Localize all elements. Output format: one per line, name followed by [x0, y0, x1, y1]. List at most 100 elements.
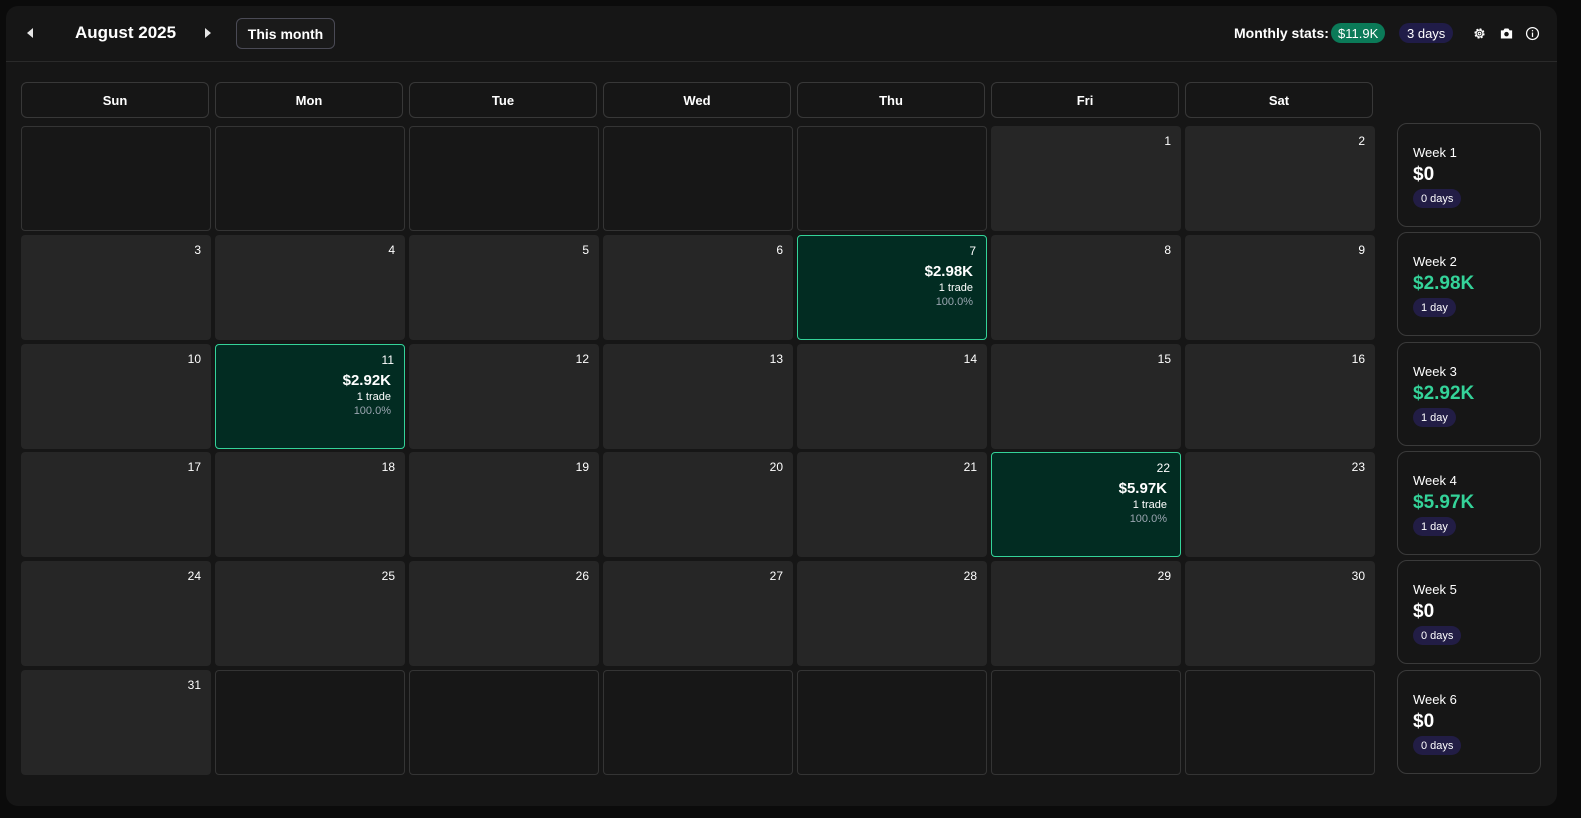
day-pnl: $2.92K [342, 372, 391, 389]
week-pnl: $0 [1413, 601, 1435, 622]
day-number: 27 [769, 569, 783, 583]
calendar-empty-cell [603, 670, 793, 775]
prev-month-button[interactable] [22, 25, 38, 41]
calendar-day-22[interactable]: 22 $5.97K 1 trade 100.0% [991, 452, 1181, 557]
day-number: 31 [187, 678, 201, 692]
week-days-badge: 1 day [1413, 517, 1456, 536]
calendar-day-28[interactable]: 28 [797, 561, 987, 666]
calendar-empty-cell [797, 126, 987, 231]
calendar-header: August 2025 This month Monthly stats: $1… [6, 6, 1557, 62]
this-month-button[interactable]: This month [236, 18, 335, 49]
day-number: 28 [963, 569, 977, 583]
calendar-day-30[interactable]: 30 [1185, 561, 1375, 666]
calendar-day-14[interactable]: 14 [797, 344, 987, 449]
week-label: Week 1 [1413, 145, 1457, 160]
week-summary-1[interactable]: Week 1 $0 0 days [1397, 123, 1541, 227]
day-winrate: 100.0% [353, 405, 391, 417]
day-number: 25 [381, 569, 395, 583]
week-pnl: $2.92K [1413, 383, 1475, 404]
day-number: 1 [1164, 134, 1171, 148]
day-pnl: $2.98K [924, 263, 973, 280]
week-days-badge: 0 days [1413, 626, 1462, 645]
calendar-day-1[interactable]: 1 [991, 126, 1181, 231]
monthly-days-badge: 3 days [1399, 23, 1454, 43]
day-number: 16 [1351, 352, 1365, 366]
camera-icon [1500, 28, 1512, 38]
calendar-day-20[interactable]: 20 [603, 452, 793, 557]
weekday-mon: Mon [215, 82, 403, 118]
calendar-day-26[interactable]: 26 [409, 561, 599, 666]
day-number: 15 [1157, 352, 1171, 366]
calendar-day-9[interactable]: 9 [1185, 235, 1375, 340]
calendar-empty-cell [797, 670, 987, 775]
week-days-badge: 1 day [1413, 408, 1456, 427]
week-summary-6[interactable]: Week 6 $0 0 days [1397, 670, 1541, 774]
week-pnl: $0 [1413, 711, 1435, 732]
calendar-day-13[interactable]: 13 [603, 344, 793, 449]
day-number: 2 [1358, 134, 1365, 148]
day-number: 14 [963, 352, 977, 366]
calendar-empty-cell [215, 126, 405, 231]
calendar-day-10[interactable]: 10 [21, 344, 211, 449]
calendar-day-2[interactable]: 2 [1185, 126, 1375, 231]
day-number: 6 [776, 243, 783, 257]
info-button[interactable] [1524, 25, 1540, 41]
prev-month-icon [27, 28, 33, 38]
calendar-day-16[interactable]: 16 [1185, 344, 1375, 449]
day-number: 12 [575, 352, 589, 366]
week-days-badge: 0 days [1413, 189, 1462, 208]
calendar-day-3[interactable]: 3 [21, 235, 211, 340]
calendar-day-8[interactable]: 8 [991, 235, 1181, 340]
week-label: Week 6 [1413, 692, 1457, 707]
next-month-button[interactable] [200, 25, 216, 41]
week-pnl: $0 [1413, 164, 1435, 185]
day-number: 30 [1351, 569, 1365, 583]
weekday-wed: Wed [603, 82, 791, 118]
calendar-day-25[interactable]: 25 [215, 561, 405, 666]
day-number: 29 [1157, 569, 1171, 583]
weekday-thu: Thu [797, 82, 985, 118]
day-number: 4 [388, 243, 395, 257]
weekday-fri: Fri [991, 82, 1179, 118]
calendar-day-21[interactable]: 21 [797, 452, 987, 557]
calendar-day-4[interactable]: 4 [215, 235, 405, 340]
calendar-day-24[interactable]: 24 [21, 561, 211, 666]
calendar-day-5[interactable]: 5 [409, 235, 599, 340]
day-trades: 1 trade [356, 391, 391, 403]
calendar-panel: August 2025 This month Monthly stats: $1… [6, 6, 1557, 806]
calendar-day-31[interactable]: 31 [21, 670, 211, 775]
monthly-pnl-badge: $11.9K [1331, 23, 1386, 43]
calendar-day-19[interactable]: 19 [409, 452, 599, 557]
day-number: 11 [381, 353, 394, 367]
day-number: 3 [194, 243, 201, 257]
day-number: 17 [187, 460, 201, 474]
week-summary-3[interactable]: Week 3 $2.92K 1 day [1397, 342, 1541, 446]
settings-button[interactable] [1471, 25, 1487, 41]
calendar-day-23[interactable]: 23 [1185, 452, 1375, 557]
day-trades: 1 trade [1132, 499, 1167, 511]
calendar-day-27[interactable]: 27 [603, 561, 793, 666]
day-winrate: 100.0% [1129, 513, 1167, 525]
calendar-day-17[interactable]: 17 [21, 452, 211, 557]
week-pnl: $5.97K [1413, 492, 1475, 513]
day-number: 9 [1358, 243, 1365, 257]
day-number: 24 [187, 569, 201, 583]
week-summary-2[interactable]: Week 2 $2.98K 1 day [1397, 232, 1541, 336]
calendar-day-11[interactable]: 11 $2.92K 1 trade 100.0% [215, 344, 405, 449]
calendar-day-29[interactable]: 29 [991, 561, 1181, 666]
calendar-day-15[interactable]: 15 [991, 344, 1181, 449]
day-number: 20 [769, 460, 783, 474]
calendar-day-18[interactable]: 18 [215, 452, 405, 557]
day-number: 18 [381, 460, 395, 474]
calendar-day-6[interactable]: 6 [603, 235, 793, 340]
monthly-stats-label: Monthly stats: [1234, 25, 1329, 41]
calendar-day-7[interactable]: 7 $2.98K 1 trade 100.0% [797, 235, 987, 340]
calendar-day-12[interactable]: 12 [409, 344, 599, 449]
week-summary-4[interactable]: Week 4 $5.97K 1 day [1397, 451, 1541, 555]
day-number: 5 [582, 243, 589, 257]
day-trades: 1 trade [938, 282, 973, 294]
week-label: Week 5 [1413, 582, 1457, 597]
week-summary-5[interactable]: Week 5 $0 0 days [1397, 560, 1541, 664]
screenshot-button[interactable] [1498, 25, 1514, 41]
day-number: 21 [963, 460, 977, 474]
